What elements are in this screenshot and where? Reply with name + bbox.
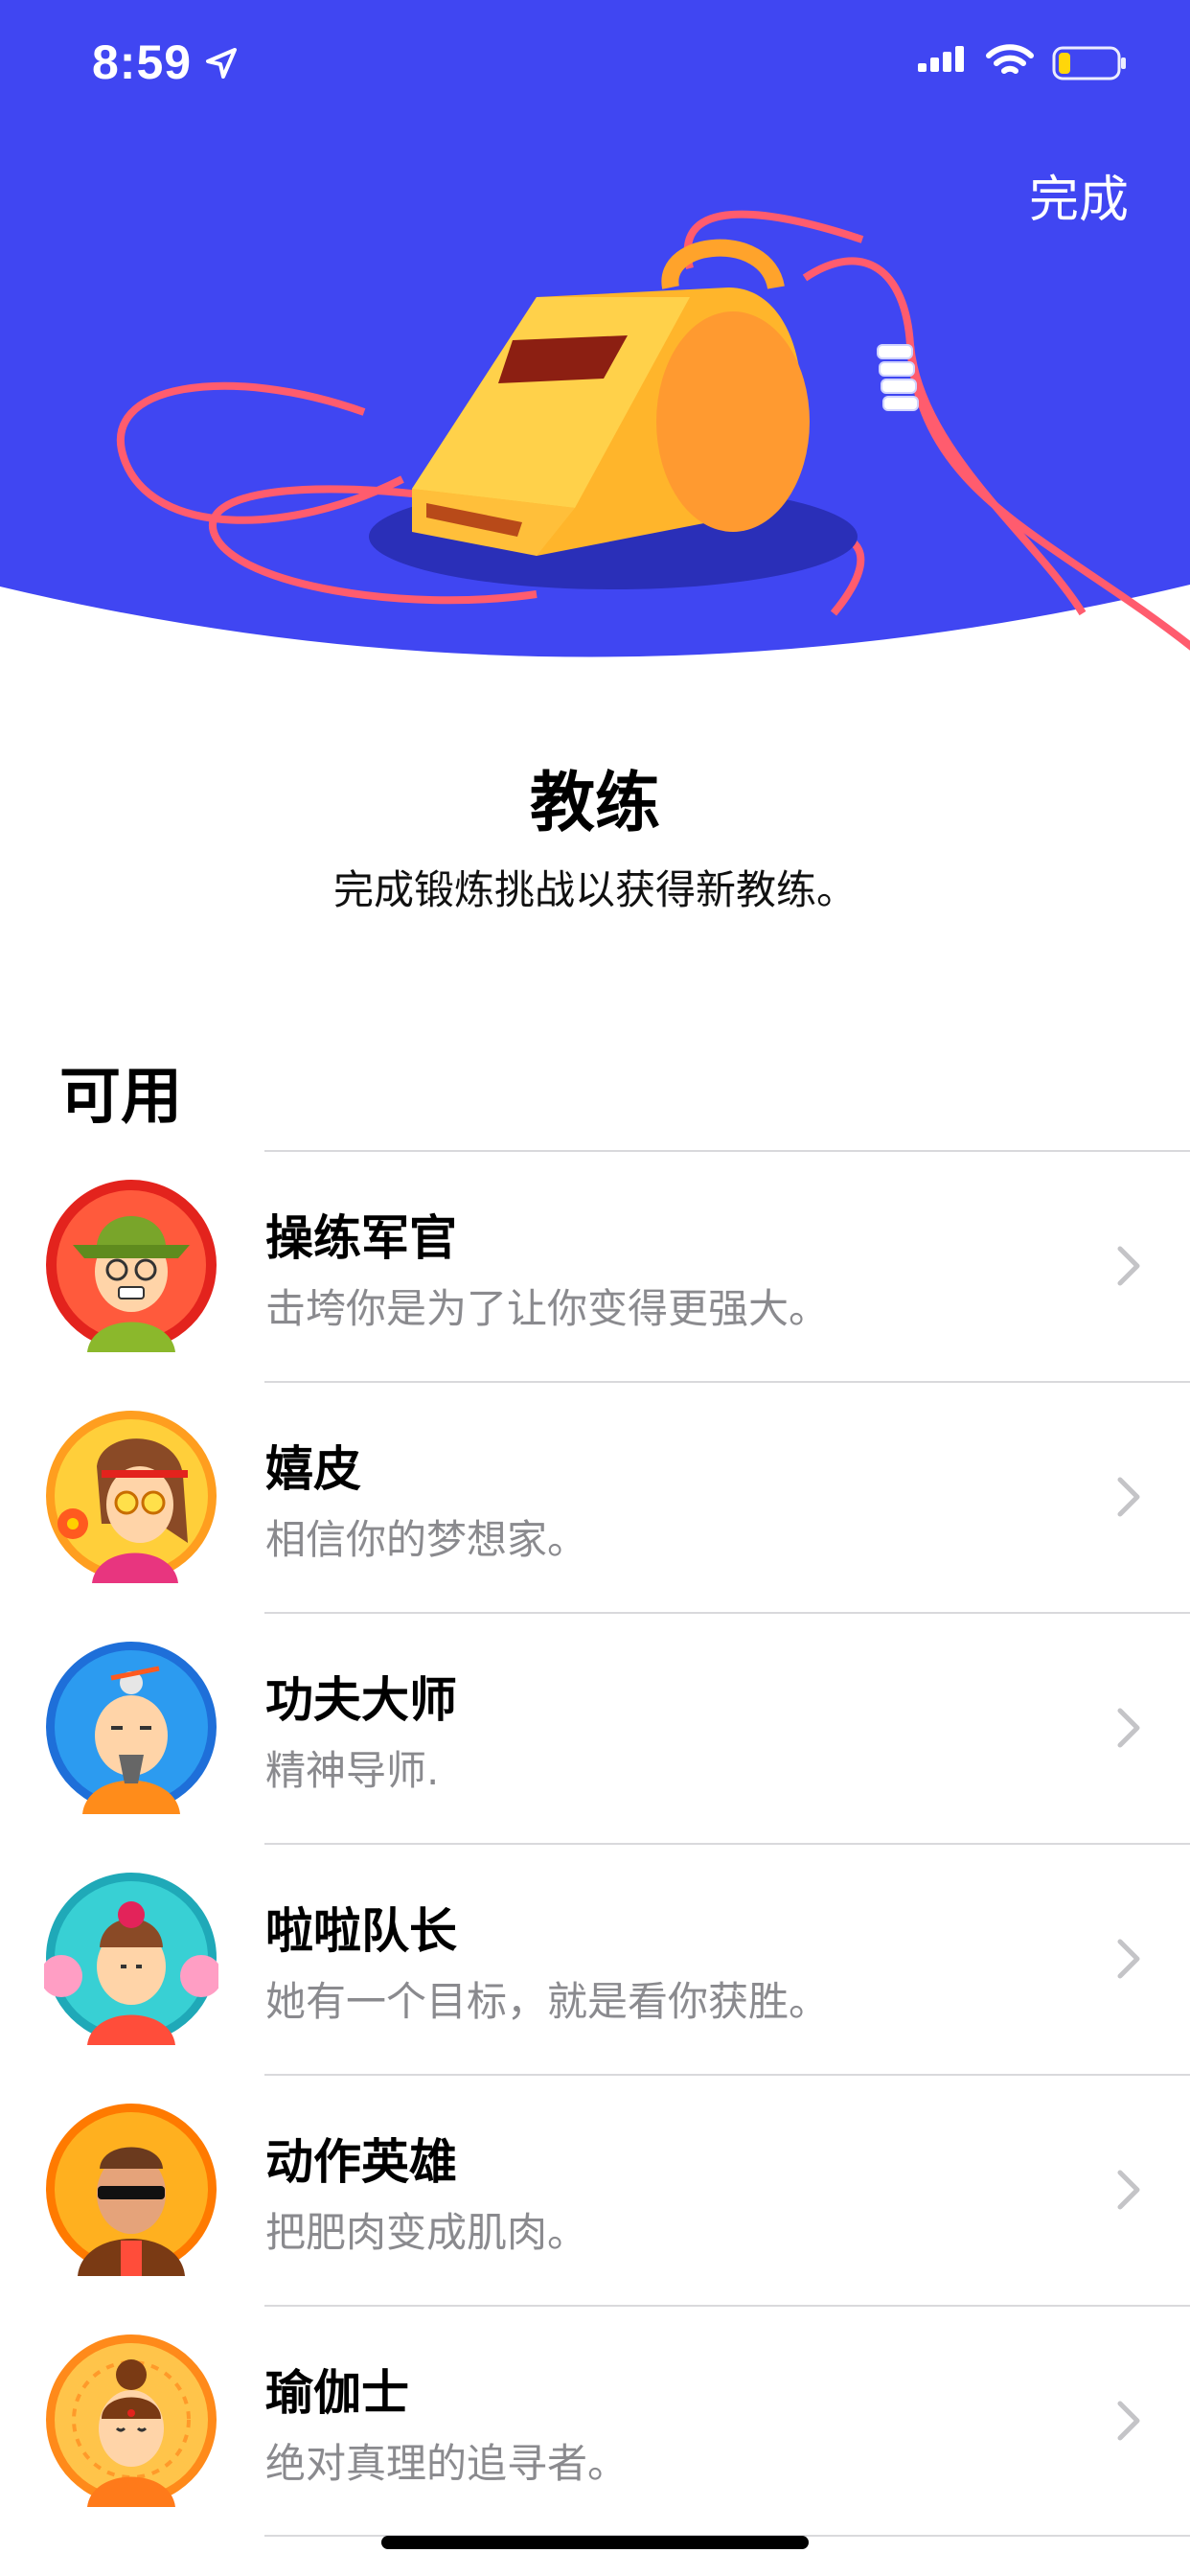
section-header-available: 可用 xyxy=(59,1062,182,1133)
status-time: 8:59 xyxy=(92,35,193,89)
chevron-right-icon xyxy=(1117,1246,1140,1286)
drill-sergeant-avatar-icon xyxy=(46,1180,217,1352)
list-item-coach[interactable]: 嬉皮 相信你的梦想家。 xyxy=(0,1381,1190,1612)
cellular-signal-icon xyxy=(918,46,964,72)
coach-description: 击垮你是为了让你变得更强大。 xyxy=(265,1285,830,1332)
list-item-coach[interactable]: 啦啦队长 她有一个目标，就是看你获胜。 xyxy=(0,1843,1190,2074)
done-button[interactable]: 完成 xyxy=(1029,159,1129,231)
status-bar: 8:59 xyxy=(0,0,1190,129)
chevron-right-icon xyxy=(1117,1477,1140,1517)
coach-name: 功夫大师 xyxy=(265,1672,457,1728)
page-title: 教练 xyxy=(529,766,660,841)
list-item-coach[interactable]: 瑜伽士 绝对真理的追寻者。 xyxy=(0,2305,1190,2537)
kungfu-master-avatar-icon xyxy=(46,1642,217,1814)
location-arrow-icon xyxy=(206,48,237,79)
coach-description: 相信你的梦想家。 xyxy=(265,1516,588,1563)
coach-description: 精神导师. xyxy=(265,1747,440,1794)
row-divider xyxy=(264,1150,1190,1152)
coach-description: 绝对真理的追寻者。 xyxy=(265,2440,629,2487)
coach-description: 她有一个目标，就是看你获胜。 xyxy=(265,1978,830,2025)
row-divider xyxy=(264,1381,1190,1383)
wifi-icon xyxy=(986,44,1034,74)
chevron-right-icon xyxy=(1117,1708,1140,1748)
hero-header: 8:59 完成 xyxy=(0,0,1190,671)
list-item-coach[interactable]: 操练军官 击垮你是为了让你变得更强大。 xyxy=(0,1150,1190,1381)
chevron-right-icon xyxy=(1117,2401,1140,2441)
coach-name: 瑜伽士 xyxy=(265,2365,409,2421)
row-divider xyxy=(264,2305,1190,2307)
cheerleader-avatar-icon xyxy=(44,1873,218,2045)
coach-description: 把肥肉变成肌肉。 xyxy=(265,2209,588,2256)
coach-name: 操练军官 xyxy=(265,1210,457,1266)
chevron-right-icon xyxy=(1117,2170,1140,2210)
list-item-coach[interactable]: 功夫大师 精神导师. xyxy=(0,1612,1190,1843)
action-hero-avatar-icon xyxy=(46,2104,217,2276)
row-divider xyxy=(264,1843,1190,1845)
battery-icon xyxy=(1052,46,1126,80)
yogi-avatar-icon xyxy=(46,2334,217,2507)
chevron-right-icon xyxy=(1117,1939,1140,1979)
coach-name: 动作英雄 xyxy=(265,2134,457,2190)
row-divider xyxy=(264,2074,1190,2076)
page-subtitle: 完成锻炼挑战以获得新教练。 xyxy=(332,866,857,913)
list-item-coach[interactable]: 动作英雄 把肥肉变成肌肉。 xyxy=(0,2074,1190,2305)
row-divider xyxy=(264,1612,1190,1614)
coach-name: 嬉皮 xyxy=(265,1441,361,1497)
coach-name: 啦啦队长 xyxy=(265,1903,457,1959)
coach-list: 操练军官 击垮你是为了让你变得更强大。 嬉皮 相信你的梦想家。 功夫大师 精神导… xyxy=(0,1150,1190,2537)
hippie-avatar-icon xyxy=(46,1411,217,1583)
coaches-screen: 8:59 完成 教练 完成锻炼挑战以获得新教练。 可用 操练军官 击垮你是为了让… xyxy=(0,0,1190,2576)
home-indicator[interactable] xyxy=(381,2536,809,2549)
